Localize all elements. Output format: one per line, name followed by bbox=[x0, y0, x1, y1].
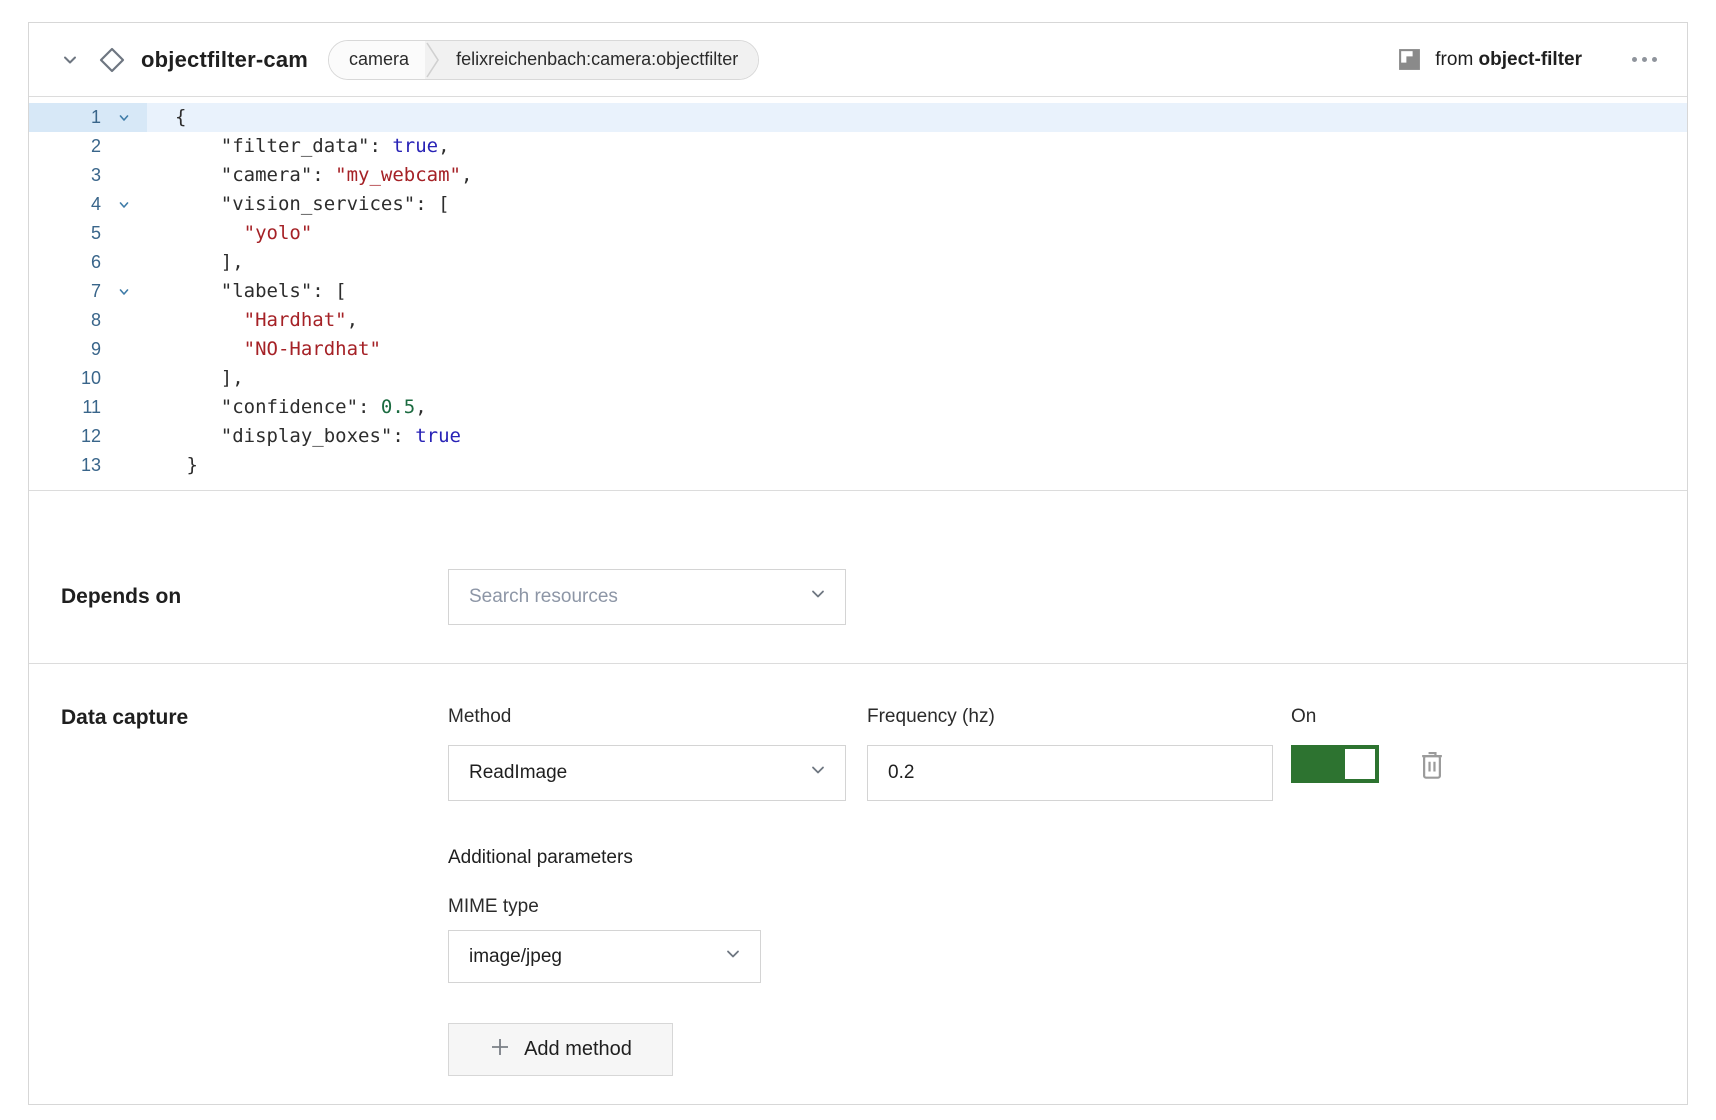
header-right: from object-filter bbox=[1397, 47, 1659, 72]
line-number: 2 bbox=[29, 132, 101, 161]
line-number: 1 bbox=[29, 103, 101, 132]
from-label: from bbox=[1435, 49, 1473, 70]
resource-header: objectfilter-cam camera felixreichenbach… bbox=[29, 23, 1687, 97]
code-text: { bbox=[147, 103, 1687, 132]
header-left: objectfilter-cam camera felixreichenbach… bbox=[57, 40, 759, 80]
additional-parameters-label: Additional parameters bbox=[448, 847, 1447, 869]
code-line-4[interactable]: 4 "vision_services": [ bbox=[29, 190, 1687, 219]
code-text: "display_boxes": true bbox=[147, 422, 1687, 451]
component-diamond-icon bbox=[97, 45, 127, 75]
code-line-10[interactable]: 10 ], bbox=[29, 364, 1687, 393]
fold-spacer bbox=[101, 132, 147, 161]
line-number: 7 bbox=[29, 277, 101, 306]
code-line-1[interactable]: 1{ bbox=[29, 103, 1687, 132]
module-source-text: from object-filter bbox=[1435, 49, 1582, 71]
fold-chevron-icon[interactable] bbox=[101, 103, 147, 132]
add-method-button[interactable]: Add method bbox=[448, 1023, 673, 1076]
line-number: 13 bbox=[29, 451, 101, 480]
code-text: "vision_services": [ bbox=[147, 190, 1687, 219]
code-line-11[interactable]: 11 "confidence": 0.5, bbox=[29, 393, 1687, 422]
code-text: "yolo" bbox=[147, 219, 1687, 248]
code-text: ], bbox=[147, 248, 1687, 277]
line-number: 5 bbox=[29, 219, 101, 248]
line-number: 9 bbox=[29, 335, 101, 364]
frequency-input[interactable] bbox=[867, 745, 1273, 801]
code-text: "confidence": 0.5, bbox=[147, 393, 1687, 422]
line-number: 11 bbox=[29, 393, 101, 422]
badge-model: felixreichenbach:camera:objectfilter bbox=[440, 41, 758, 79]
fold-chevron-icon[interactable] bbox=[101, 190, 147, 219]
module-name: object-filter bbox=[1479, 49, 1582, 70]
line-number: 8 bbox=[29, 306, 101, 335]
mime-type-label: MIME type bbox=[448, 896, 1447, 918]
data-capture-label: Data capture bbox=[61, 706, 448, 730]
code-line-2[interactable]: 2 "filter_data": true, bbox=[29, 132, 1687, 161]
fold-spacer bbox=[101, 161, 147, 190]
line-number: 6 bbox=[29, 248, 101, 277]
line-number: 3 bbox=[29, 161, 101, 190]
fold-spacer bbox=[101, 364, 147, 393]
fold-chevron-icon[interactable] bbox=[101, 277, 147, 306]
code-editor[interactable]: 1{2 "filter_data": true,3 "camera": "my_… bbox=[29, 97, 1687, 491]
fold-spacer bbox=[101, 422, 147, 451]
method-select[interactable]: ReadImage bbox=[448, 745, 846, 801]
depends-on-select[interactable]: Search resources bbox=[448, 569, 846, 625]
chevron-down-icon bbox=[724, 945, 742, 969]
code-text: } bbox=[147, 451, 1687, 480]
code-text: "filter_data": true, bbox=[147, 132, 1687, 161]
line-number: 10 bbox=[29, 364, 101, 393]
toggle-knob bbox=[1345, 749, 1375, 779]
code-line-5[interactable]: 5 "yolo" bbox=[29, 219, 1687, 248]
chevron-down-icon bbox=[809, 585, 827, 609]
toggle-group: On bbox=[1291, 706, 1379, 783]
data-capture-section: Data capture Method ReadImage Frequency … bbox=[29, 664, 1687, 1104]
code-line-6[interactable]: 6 ], bbox=[29, 248, 1687, 277]
badge-separator-icon bbox=[425, 41, 440, 79]
mime-type-value: image/jpeg bbox=[469, 946, 724, 968]
line-number: 12 bbox=[29, 422, 101, 451]
mime-type-select[interactable]: image/jpeg bbox=[448, 930, 761, 983]
depends-on-placeholder: Search resources bbox=[469, 586, 809, 608]
depends-on-label: Depends on bbox=[61, 585, 448, 609]
fold-spacer bbox=[101, 248, 147, 277]
code-text: "NO-Hardhat" bbox=[147, 335, 1687, 364]
resource-card: objectfilter-cam camera felixreichenbach… bbox=[28, 22, 1688, 1105]
fold-spacer bbox=[101, 306, 147, 335]
code-text: "camera": "my_webcam", bbox=[147, 161, 1687, 190]
code-text: "labels": [ bbox=[147, 277, 1687, 306]
code-line-8[interactable]: 8 "Hardhat", bbox=[29, 306, 1687, 335]
delete-method-trash-icon[interactable] bbox=[1417, 750, 1447, 782]
method-label: Method bbox=[448, 706, 846, 728]
add-method-label: Add method bbox=[524, 1038, 632, 1061]
code-line-12[interactable]: 12 "display_boxes": true bbox=[29, 422, 1687, 451]
capture-method-row: Method ReadImage Frequency (hz) On bbox=[448, 706, 1447, 801]
chevron-down-icon bbox=[809, 761, 827, 785]
code-text: "Hardhat", bbox=[147, 306, 1687, 335]
fold-spacer bbox=[101, 393, 147, 422]
method-value: ReadImage bbox=[469, 762, 809, 784]
toggle-on-label: On bbox=[1291, 706, 1379, 728]
data-capture-body: Method ReadImage Frequency (hz) On bbox=[448, 706, 1447, 1076]
depends-on-section: Depends on Search resources bbox=[29, 491, 1687, 664]
code-line-9[interactable]: 9 "NO-Hardhat" bbox=[29, 335, 1687, 364]
module-icon bbox=[1397, 47, 1422, 72]
fold-spacer bbox=[101, 219, 147, 248]
code-text: ], bbox=[147, 364, 1687, 393]
code-line-13[interactable]: 13 } bbox=[29, 451, 1687, 480]
code-line-7[interactable]: 7 "labels": [ bbox=[29, 277, 1687, 306]
collapse-chevron-icon[interactable] bbox=[57, 47, 83, 73]
resource-type-badge: camera felixreichenbach:camera:objectfil… bbox=[328, 40, 759, 80]
line-number: 4 bbox=[29, 190, 101, 219]
overflow-menu-icon[interactable] bbox=[1630, 51, 1659, 68]
fold-spacer bbox=[101, 335, 147, 364]
resource-title: objectfilter-cam bbox=[141, 47, 308, 73]
fold-spacer bbox=[101, 451, 147, 480]
data-capture-toggle[interactable] bbox=[1291, 745, 1379, 783]
code-line-3[interactable]: 3 "camera": "my_webcam", bbox=[29, 161, 1687, 190]
plus-icon bbox=[489, 1036, 511, 1064]
badge-type: camera bbox=[329, 41, 425, 79]
frequency-label: Frequency (hz) bbox=[867, 706, 1273, 728]
frequency-group: Frequency (hz) bbox=[867, 706, 1273, 801]
method-group: Method ReadImage bbox=[448, 706, 846, 801]
